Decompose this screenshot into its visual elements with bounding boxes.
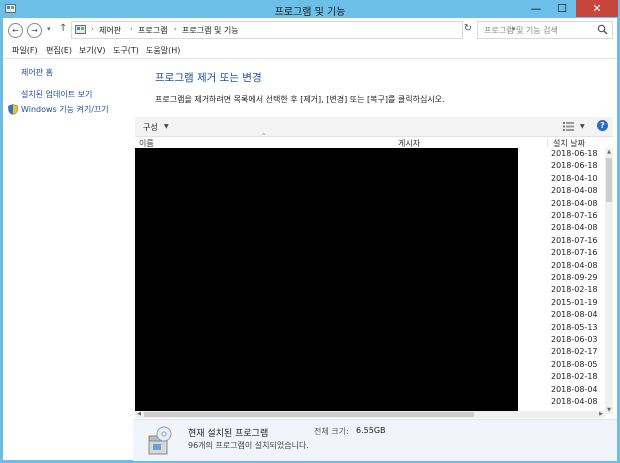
install-date-cell: 2018-07-16: [551, 235, 598, 245]
install-date-cell: 2018-04-10: [551, 173, 598, 183]
sidebar: 제어판 홈 설치된 업데이트 보기 Windows 기능 켜기/끄기: [3, 59, 133, 460]
sidebar-link-windows-features[interactable]: Windows 기능 켜기/끄기: [21, 104, 109, 115]
search-input[interactable]: 프로그램 및 기능 검색: [477, 21, 613, 39]
menu-bar: 파일(F) 편집(E) 보기(V) 도구(T) 도움말(H): [3, 42, 617, 59]
column-divider[interactable]: [547, 138, 548, 148]
arrow-left-icon: ←: [12, 26, 19, 35]
address-bar: ← → ▾ ↑ › 제어판 › 프로그램 › 프로그램 및 기능 ▾ ↻ 프로그: [3, 18, 617, 43]
install-date-cell: 2018-06-18: [551, 161, 598, 171]
install-date-cell: 2018-04-08: [551, 198, 598, 208]
search-placeholder: 프로그램 및 기능 검색: [484, 26, 558, 35]
search-icon[interactable]: [597, 24, 608, 35]
program-count: 96개의 프로그램이 설치되었습니다.: [188, 441, 309, 450]
vertical-scrollbar[interactable]: ▲ ▼: [605, 148, 613, 414]
install-date-cell: 2018-08-05: [551, 359, 598, 369]
details-pane: 현재 설치된 프로그램 전체 크기: 6.55GB 96개의 프로그램이 설치되…: [133, 419, 617, 461]
total-size-value: 6.55GB: [356, 426, 386, 435]
up-arrow-icon[interactable]: ↑: [59, 23, 67, 34]
scroll-up-arrow-icon[interactable]: ▲: [605, 148, 613, 156]
view-options-icon[interactable]: [563, 122, 574, 131]
horizontal-scroll-thumb[interactable]: [144, 412, 474, 417]
horizontal-scrollbar[interactable]: ◀ ▶: [135, 411, 605, 418]
page-description: 프로그램을 제거하려면 목록에서 선택한 후 [제거], [변경] 또는 [복구…: [155, 95, 445, 104]
redacted-area: [135, 148, 518, 411]
recent-locations-chevron-down-icon[interactable]: ▾: [47, 25, 51, 33]
menu-file[interactable]: 파일(F): [12, 45, 38, 56]
install-date-cell: 2018-05-13: [551, 322, 598, 332]
view-chevron-down-icon[interactable]: ▼: [580, 123, 585, 130]
install-date-cell: 2018-04-08: [551, 397, 598, 406]
organize-button[interactable]: 구성: [143, 122, 158, 133]
scroll-down-arrow-icon[interactable]: ▼: [605, 406, 613, 414]
install-date-column: 2018-06-18 2018-06-18 2018-04-10 2018-04-08…: [521, 148, 605, 411]
install-date-cell: 2018-02-17: [551, 347, 598, 357]
details-title: 현재 설치된 프로그램: [188, 429, 269, 439]
close-button[interactable]: ✕: [576, 0, 618, 17]
address-box[interactable]: › 제어판 › 프로그램 › 프로그램 및 기능 ▾: [71, 21, 516, 39]
arrow-right-icon: →: [31, 26, 38, 35]
maximize-button[interactable]: ☐: [550, 0, 574, 17]
menu-tools[interactable]: 도구(T): [113, 45, 139, 56]
install-date-cell: 2018-07-16: [551, 211, 598, 220]
breadcrumb-programs-and-features[interactable]: 프로그램 및 기능: [182, 25, 239, 36]
install-date-cell: 2018-02-18: [551, 372, 598, 382]
install-date-cell: 2018-06-03: [551, 335, 598, 344]
scroll-right-arrow-icon[interactable]: ▶: [597, 411, 605, 418]
install-date-cell: 2018-02-18: [551, 285, 598, 295]
sort-ascending-icon: ^: [261, 133, 267, 140]
scroll-left-arrow-icon[interactable]: ◀: [135, 411, 143, 418]
breadcrumb-chevron-icon[interactable]: ›: [91, 25, 94, 33]
page-title: 프로그램 제거 또는 변경: [155, 72, 262, 84]
menu-help[interactable]: 도움말(H): [146, 45, 180, 56]
window: 프로그램 및 기능 — ☐ ✕ ← → ▾ ↑ › 제어판 › 프로그램 › 프…: [0, 0, 620, 463]
breadcrumb-chevron-icon[interactable]: ›: [174, 25, 177, 33]
install-date-cell: 2018-08-04: [551, 384, 598, 394]
total-size-label: 전체 크기:: [314, 427, 349, 436]
install-date-cell: 2018-04-08: [551, 260, 598, 270]
breadcrumb-control-panel[interactable]: 제어판: [99, 25, 121, 36]
main-content: 프로그램 제거 또는 변경 프로그램을 제거하려면 목록에서 선택한 후 [제거…: [133, 59, 617, 460]
shield-icon: [8, 104, 18, 115]
vertical-scroll-thumb[interactable]: [606, 158, 612, 202]
organize-chevron-down-icon[interactable]: ▼: [164, 123, 169, 130]
install-date-cell: 2018-04-08: [551, 223, 598, 233]
install-date-cell: 2018-06-18: [551, 149, 598, 158]
help-icon[interactable]: ?: [597, 120, 608, 131]
breadcrumb-chevron-icon[interactable]: ›: [130, 25, 133, 33]
install-date-cell: 2018-08-04: [551, 310, 598, 320]
command-bar: 구성 ▼ ▼ ?: [135, 117, 613, 137]
sidebar-link-control-panel-home[interactable]: 제어판 홈: [21, 67, 53, 78]
install-date-cell: 2018-09-29: [551, 273, 598, 282]
sidebar-link-installed-updates[interactable]: 설치된 업데이트 보기: [21, 89, 92, 100]
installed-programs-icon: [148, 426, 172, 455]
program-list[interactable]: 2018-06-18 2018-06-18 2018-04-10 2018-04-08…: [135, 148, 605, 411]
back-button[interactable]: ←: [8, 23, 23, 38]
forward-button[interactable]: →: [27, 23, 42, 38]
breadcrumb-programs[interactable]: 프로그램: [138, 25, 167, 36]
menu-edit[interactable]: 편집(E): [46, 45, 72, 56]
minimize-button[interactable]: —: [524, 0, 548, 17]
window-client: ← → ▾ ↑ › 제어판 › 프로그램 › 프로그램 및 기능 ▾ ↻ 프로그: [3, 18, 617, 461]
list-header: ^ 이름 게시자 설치 날짜: [135, 133, 613, 148]
install-date-cell: 2018-04-08: [551, 186, 598, 196]
control-panel-icon: [75, 25, 86, 34]
install-date-cell: 2015-01-19: [551, 297, 598, 307]
install-date-cell: 2018-07-16: [551, 248, 598, 258]
refresh-icon[interactable]: ↻: [461, 21, 475, 37]
menu-view[interactable]: 보기(V): [79, 45, 105, 56]
title-bar[interactable]: 프로그램 및 기능 — ☐ ✕: [0, 0, 620, 18]
